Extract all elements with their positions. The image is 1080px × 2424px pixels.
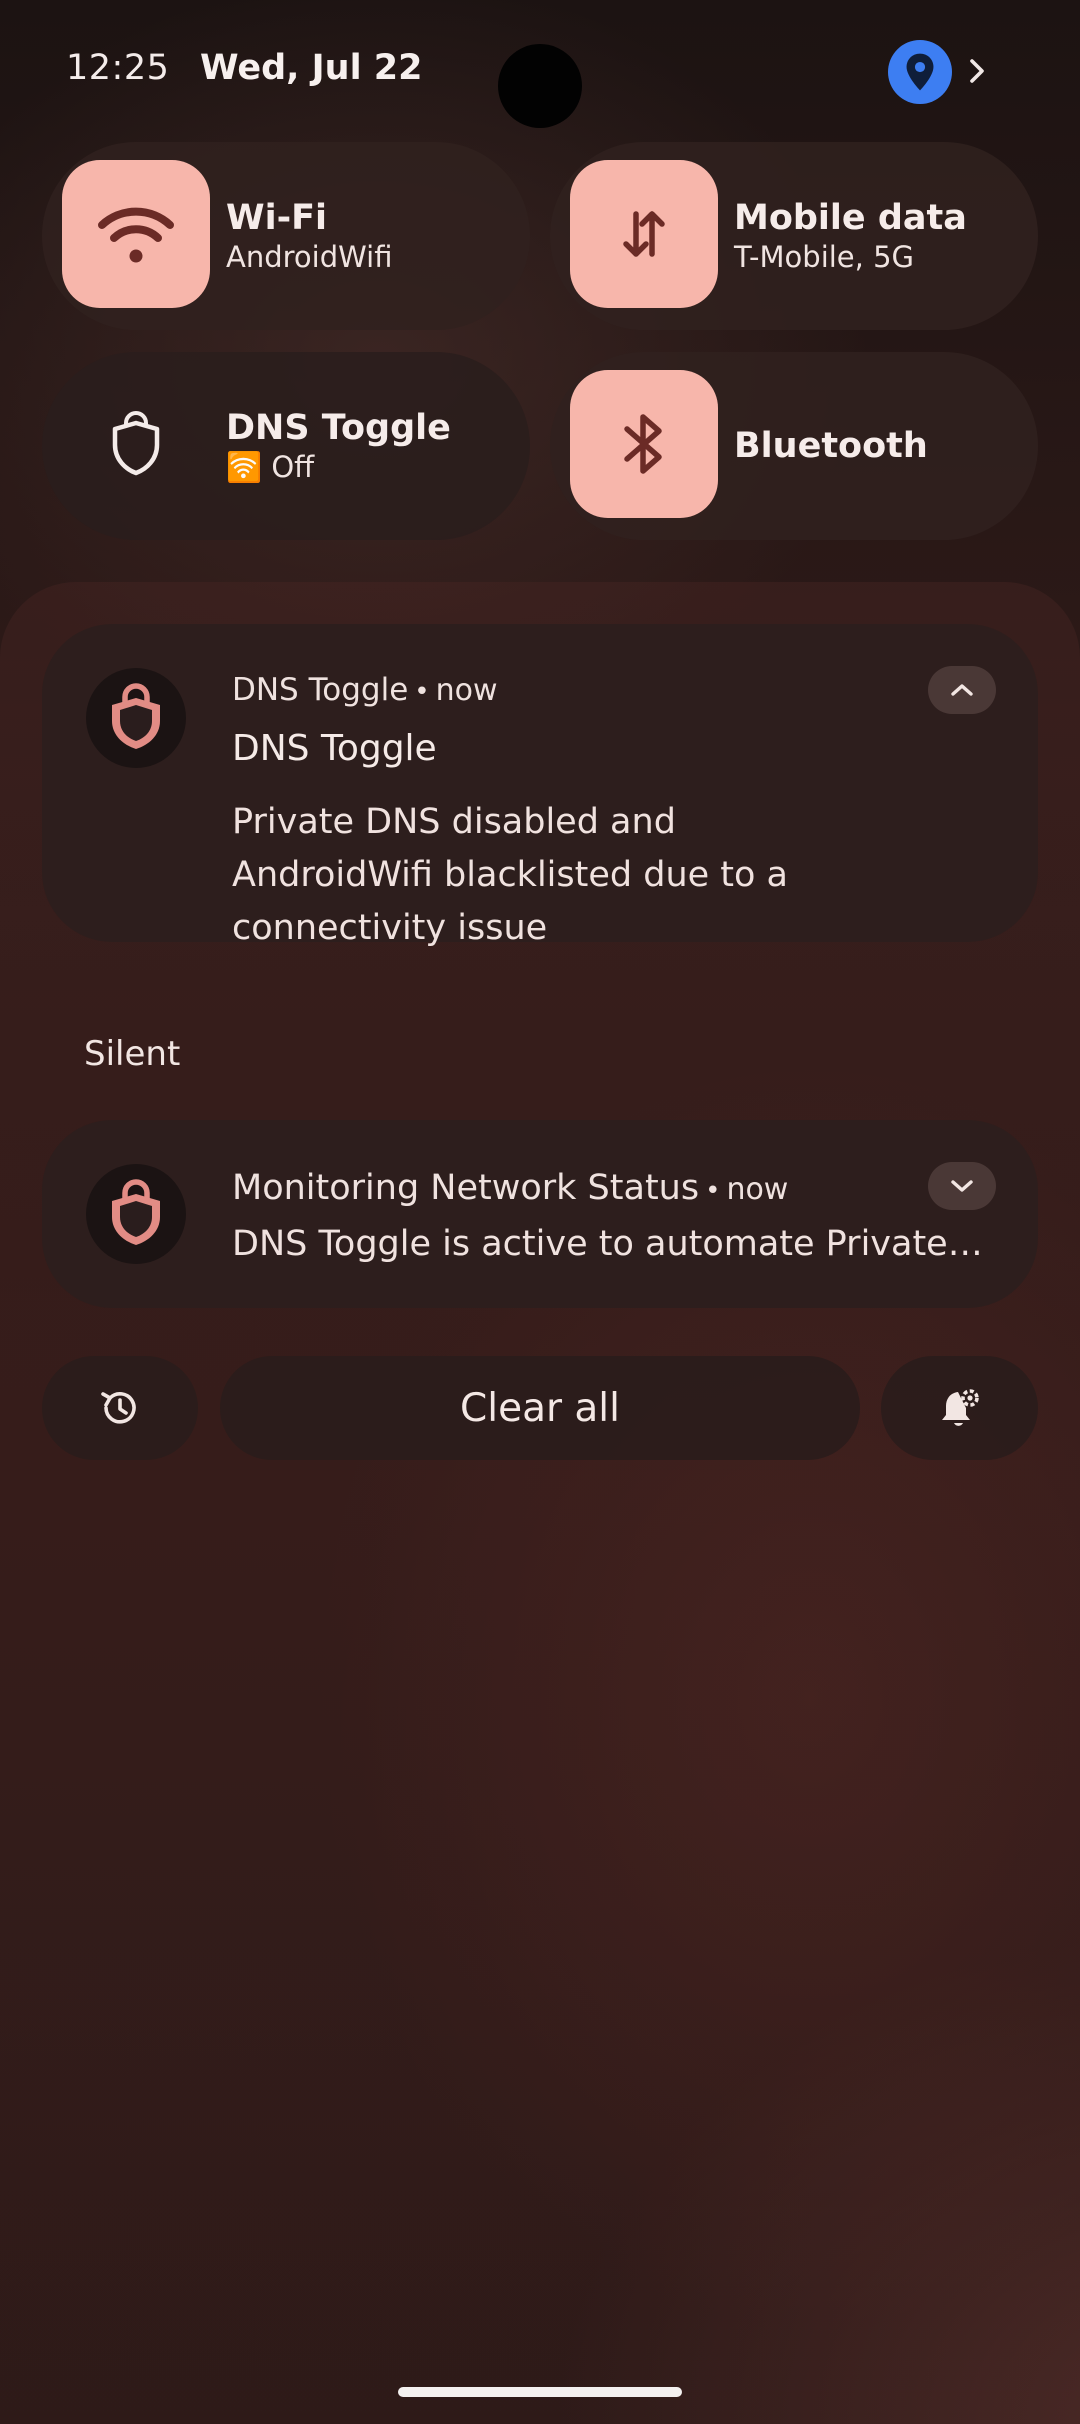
notification-history-button[interactable] (42, 1356, 198, 1460)
app-avatar (86, 668, 186, 768)
camera-cutout (498, 44, 582, 128)
wifi-title: Wi-Fi (226, 198, 328, 238)
notification-dns-toggle[interactable]: DNS Toggle • now DNS Toggle Private DNS di… (42, 624, 1038, 948)
chevron-down-icon (951, 1180, 973, 1192)
mobile-data-carrier: T-Mobile, 5G (734, 240, 915, 274)
status-time: 12:25 (66, 48, 170, 88)
notification-body: DNS Toggle is active to automate Private… (232, 1224, 992, 1264)
mobile-data-icon[interactable] (570, 160, 718, 308)
mobile-data-title: Mobile data (734, 198, 967, 238)
dns-toggle-tile[interactable]: DNS Toggle 🛜 Off (42, 352, 530, 540)
notification-settings-icon (941, 1389, 979, 1426)
dns-toggle-state-label: Off (271, 450, 315, 484)
notification-settings-button[interactable] (881, 1356, 1038, 1460)
notification-time: now (726, 1172, 789, 1207)
bluetooth-icon[interactable] (570, 370, 718, 518)
home-indicator[interactable] (398, 2387, 682, 2397)
notification-header: Monitoring Network Status • now (232, 1168, 788, 1208)
collapse-button[interactable] (928, 666, 996, 714)
wifi-badge-icon: 🛜 (226, 450, 263, 484)
notification-title: DNS Toggle (232, 728, 437, 769)
notification-app-name: DNS Toggle (232, 672, 409, 708)
status-date[interactable]: Wed, Jul 22 (200, 48, 422, 88)
silent-section-header: Silent (84, 1034, 181, 1074)
chevron-right-icon[interactable] (960, 54, 994, 88)
wifi-tile[interactable]: Wi-Fi AndroidWifi (42, 142, 530, 330)
shield-lock-icon (112, 683, 160, 749)
mobile-data-tile[interactable]: Mobile data T-Mobile, 5G (550, 142, 1038, 330)
shield-icon[interactable] (62, 370, 210, 518)
location-pin-icon[interactable] (888, 40, 952, 104)
clear-all-button[interactable]: Clear all (220, 1356, 860, 1460)
notification-monitoring-network[interactable]: Monitoring Network Status • now DNS Toggle… (42, 1120, 1038, 1308)
history-icon (101, 1392, 136, 1424)
bluetooth-title: Bluetooth (734, 426, 928, 466)
notification-time: now (435, 673, 498, 708)
header-separator: • (414, 677, 430, 707)
shield-lock-icon (112, 1179, 160, 1245)
dns-toggle-state: 🛜 Off (226, 449, 451, 485)
dns-toggle-title: DNS Toggle (226, 408, 451, 448)
app-avatar (86, 1164, 186, 1264)
wifi-network-name: AndroidWifi (226, 240, 393, 274)
bluetooth-tile[interactable]: Bluetooth (550, 352, 1038, 540)
notification-body: Private DNS disabled and AndroidWifi bla… (232, 802, 789, 948)
header-separator: • (705, 1176, 721, 1206)
notification-header: DNS Toggle • now (232, 672, 498, 708)
chevron-up-icon (951, 684, 973, 696)
notification-app-name: Monitoring Network Status (232, 1168, 700, 1208)
expand-button[interactable] (928, 1162, 996, 1210)
wifi-icon[interactable] (62, 160, 210, 308)
